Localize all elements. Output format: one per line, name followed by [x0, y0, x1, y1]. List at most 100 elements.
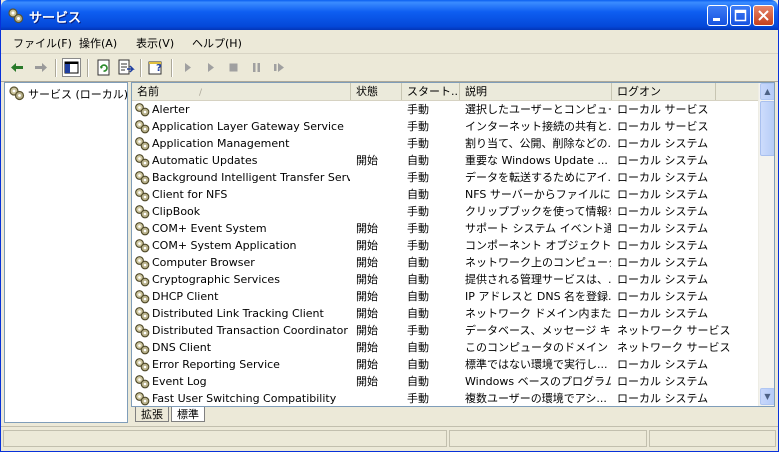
service-description: サポート システム イベント通... [465, 222, 611, 235]
refresh-button[interactable] [94, 58, 113, 77]
table-row[interactable]: COM+ Event System 開始 手動 サポート システム イベント通... ロ… [132, 220, 758, 237]
close-button[interactable] [753, 5, 774, 26]
tree-pane: サービス (ローカル) [4, 82, 128, 423]
service-gear-icon [135, 358, 150, 372]
column-header-description[interactable]: 説明 [460, 83, 612, 100]
forward-button[interactable] [31, 58, 50, 77]
help-properties-button[interactable]: ? [147, 58, 166, 77]
services-rows: Alerter手動選択したユーザーとコンピュー...ローカル サービスAppli… [132, 101, 758, 406]
show-hide-tree-button[interactable] [62, 58, 81, 77]
pause-service-button[interactable] [247, 58, 266, 77]
column-header-logon[interactable]: ログオン [612, 83, 716, 100]
service-description: 選択したユーザーとコンピュー... [465, 103, 611, 116]
table-row[interactable]: Error Reporting Service 開始 自動 標準ではない環境で実行し.… [132, 356, 758, 373]
restart-service-button[interactable] [270, 58, 289, 77]
table-row[interactable]: Cryptographic Services 開始 自動 提供される管理サービスは、.… [132, 271, 758, 288]
status-panel-secondary [449, 430, 647, 447]
export-list-button[interactable] [116, 58, 135, 77]
service-gear-icon [135, 256, 150, 270]
stop-service-icon [229, 63, 238, 72]
service-startup-type: 手動 [407, 120, 429, 133]
menu-view[interactable]: 表示(V) [136, 35, 174, 51]
table-row[interactable]: Alerter 手動 選択したユーザーとコンピュー... ローカル サービス [132, 101, 758, 118]
tab-standard[interactable]: 標準 [171, 407, 205, 422]
table-row[interactable]: Event Log 開始 自動 Windows ベースのプログラム... ローカル シス… [132, 373, 758, 390]
start-service-button[interactable] [178, 58, 197, 77]
table-row[interactable]: Client for NFS 自動 NFS サーバーからファイルに... ローカル シ… [132, 186, 758, 203]
table-row[interactable]: Application Layer Gateway Service 手動 インターネ… [132, 118, 758, 135]
service-name-cell: Application Layer Gateway Service [132, 118, 350, 135]
scroll-thumb[interactable] [760, 101, 774, 156]
menu-file[interactable]: ファイル(F) [13, 35, 72, 51]
status-panel-main [3, 430, 447, 447]
tab-extended[interactable]: 拡張 [135, 407, 169, 422]
table-row[interactable]: Distributed Link Tracking Client 開始 自動 ネットワ… [132, 305, 758, 322]
table-row[interactable]: Computer Browser 開始 自動 ネットワーク上のコンピュータ... ローカ… [132, 254, 758, 271]
scroll-up-button[interactable]: ▲ [760, 83, 774, 100]
service-gear-icon [135, 273, 150, 287]
title-bar[interactable]: サービス [1, 0, 778, 30]
service-startup-type: 手動 [407, 324, 429, 337]
table-row[interactable]: ClipBook 手動 クリップブックを使って情報を... ローカル システム [132, 203, 758, 220]
services-window: サービス ファイル(F) 操作(A) 表示(V) ヘルプ(H) ? サービス (… [0, 0, 779, 452]
table-row[interactable]: Background Intelligent Transfer Serv... 手… [132, 169, 758, 186]
service-logon: ローカル システム [617, 137, 709, 150]
service-name-cell: Computer Browser [132, 254, 350, 271]
table-row[interactable]: COM+ System Application 開始 手動 コンポーネント オブジェク… [132, 237, 758, 254]
service-name: Background Intelligent Transfer Serv... [152, 171, 350, 184]
table-row[interactable]: Automatic Updates 開始 自動 重要な Windows Update … [132, 152, 758, 169]
table-row[interactable]: Distributed Transaction Coordinator 開始 手動 デ… [132, 322, 758, 339]
service-startup-type: 手動 [407, 103, 429, 116]
vertical-scrollbar[interactable]: ▲ ▼ [758, 83, 774, 406]
table-row[interactable]: DNS Client 開始 自動 このコンピュータのドメイン ネ... ネットワーク サ… [132, 339, 758, 356]
service-description: ネットワーク上のコンピュータ... [465, 256, 611, 269]
status-panel-tertiary [649, 430, 776, 447]
column-header-name[interactable]: 名前 / [132, 83, 351, 100]
service-description: インターネット接続の共有と... [465, 120, 611, 133]
window-title: サービス [29, 11, 82, 26]
service-name-cell: Client for NFS [132, 186, 350, 203]
service-logon: ネットワーク サービス [617, 341, 731, 354]
pause-service-icon [253, 63, 260, 72]
start-service-alt-button[interactable] [201, 58, 220, 77]
service-description: 提供される管理サービスは、... [465, 273, 611, 286]
table-row[interactable]: Application Management 手動 割り当て、公開、削除などの...… [132, 135, 758, 152]
service-name: Application Management [152, 137, 290, 150]
service-gear-icon [135, 154, 150, 168]
table-row[interactable]: DHCP Client 開始 自動 IP アドレスと DNS 名を登録... ローカル … [132, 288, 758, 305]
service-logon: ローカル システム [617, 205, 709, 218]
service-name: Error Reporting Service [152, 358, 280, 371]
service-name-cell: DHCP Client [132, 288, 350, 305]
service-gear-icon [135, 341, 150, 355]
column-header-status[interactable]: 状態 [351, 83, 402, 100]
service-gear-icon [135, 375, 150, 389]
maximize-button[interactable] [730, 5, 751, 26]
service-startup-type: 自動 [407, 358, 429, 371]
service-gear-icon [135, 137, 150, 151]
menu-help[interactable]: ヘルプ(H) [192, 35, 242, 51]
service-description: NFS サーバーからファイルに... [465, 188, 611, 201]
help-properties-icon: ? [148, 61, 162, 75]
service-status: 開始 [356, 375, 378, 388]
start-service-icon [185, 63, 191, 72]
service-description: 標準ではない環境で実行し... [465, 358, 608, 371]
table-row[interactable]: Fast User Switching Compatibility 手動 複数ユーザ… [132, 390, 758, 406]
export-list-icon [118, 59, 135, 75]
back-button[interactable] [8, 58, 27, 77]
service-status: 開始 [356, 358, 378, 371]
service-logon: ローカル システム [617, 307, 709, 320]
service-name-cell: Distributed Transaction Coordinator [132, 322, 350, 339]
service-name-cell: Error Reporting Service [132, 356, 350, 373]
stop-service-button[interactable] [224, 58, 243, 77]
scroll-down-button[interactable]: ▼ [760, 388, 774, 405]
service-description: 割り当て、公開、削除などの... [465, 137, 611, 150]
service-description: Windows ベースのプログラム... [465, 375, 611, 388]
service-gear-icon [135, 171, 150, 185]
service-name: Cryptographic Services [152, 273, 280, 286]
menu-action[interactable]: 操作(A) [79, 35, 117, 51]
minimize-button[interactable] [707, 5, 728, 26]
service-logon: ローカル システム [617, 222, 709, 235]
column-header-startup[interactable]: スタート... [402, 83, 460, 100]
service-status [356, 186, 400, 203]
service-name-cell: Event Log [132, 373, 350, 390]
